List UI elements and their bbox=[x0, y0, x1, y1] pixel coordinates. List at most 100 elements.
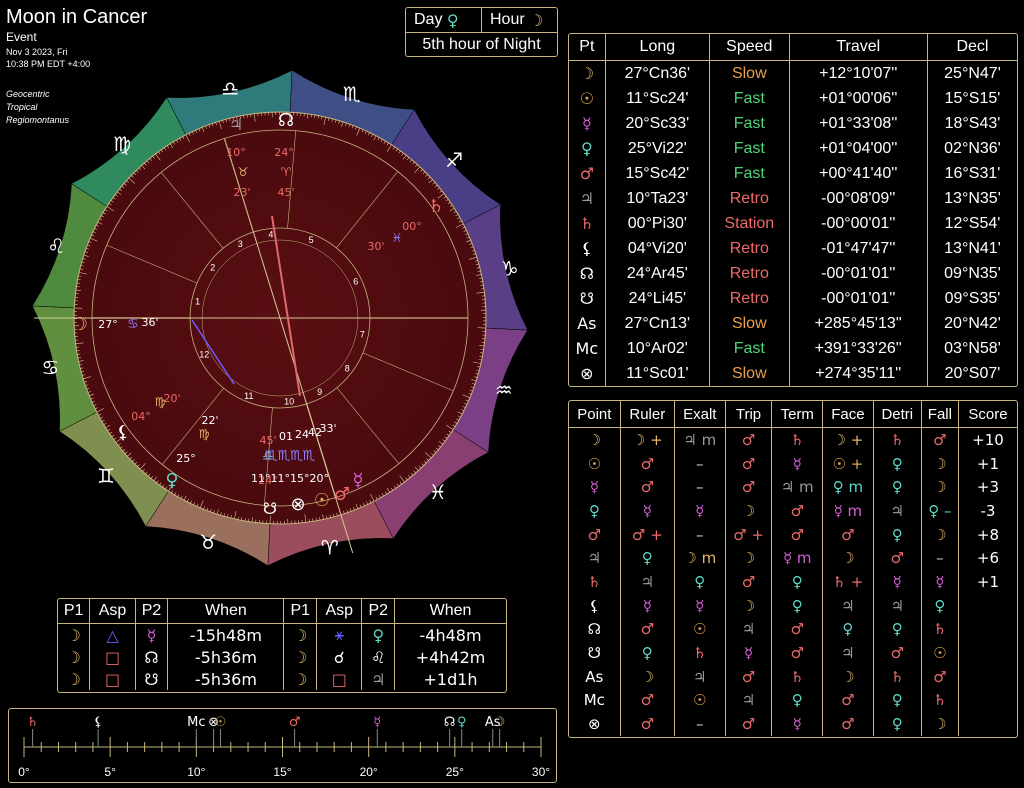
chart-planet-label[interactable]: ☉ bbox=[314, 490, 330, 511]
timeline-planet-icon[interactable]: ☊ bbox=[444, 715, 456, 730]
planet-row[interactable]: ♃ 10°Ta23' Retro -00°08'09'' 13°N35' bbox=[569, 186, 1017, 211]
planet-row[interactable]: ♄ 00°Pi30' Station -00°00'01'' 12°S54' bbox=[569, 211, 1017, 236]
chart-planet-label[interactable]: 24° bbox=[274, 146, 294, 159]
aspect-row[interactable]: ☽ △ ☿ -15h48m ☽ ⚹ ♀ -4h48m bbox=[58, 623, 506, 646]
chart-planet-label[interactable]: ♃ bbox=[229, 115, 243, 134]
planet-row[interactable]: ♀ 25°Vi22' Fast +01°04'00'' 02°N36' bbox=[569, 136, 1017, 161]
aspect-col-when[interactable]: When bbox=[394, 599, 506, 624]
planet-row[interactable]: ♂ 15°Sc42' Fast +00°41'40'' 16°S31' bbox=[569, 161, 1017, 186]
dignity-row[interactable]: ☊ ♂ ☉ ♃ ♂ ♀ ♀ ♄ bbox=[569, 617, 1017, 642]
aspect-col-asp[interactable]: Asp bbox=[316, 599, 363, 624]
chart-planet-label[interactable]: ♉ bbox=[238, 165, 249, 179]
dignity-col-detri[interactable]: Detri bbox=[873, 401, 922, 428]
timeline-planet-icon[interactable]: Mc bbox=[187, 715, 205, 730]
aspect-col-p1[interactable]: P1 bbox=[283, 599, 318, 624]
planet-row[interactable]: ☋ 24°Li45' Retro -00°01'01'' 09°S35' bbox=[569, 286, 1017, 311]
timeline-planet-icon[interactable]: ☉ bbox=[215, 715, 227, 730]
timeline-planet-icon[interactable]: ♂ bbox=[289, 715, 301, 730]
planet-row[interactable]: ☽ 27°Cn36' Slow +12°10'07'' 25°N47' bbox=[569, 60, 1017, 86]
dignity-col-exalt[interactable]: Exalt bbox=[674, 401, 726, 428]
chart-planet-label[interactable]: ☿ bbox=[352, 470, 363, 491]
aspect-col-p1[interactable]: P1 bbox=[58, 599, 91, 624]
timeline-planet-icon[interactable]: ♀ bbox=[457, 715, 467, 730]
planet-glyph-icon: ☿ bbox=[569, 111, 606, 136]
aspect-col-p2[interactable]: P2 bbox=[135, 599, 169, 624]
timeline-planet-icon[interactable]: ☿ bbox=[373, 715, 381, 730]
chart-planet-label[interactable]: 25° bbox=[176, 452, 196, 465]
planet-col-speed[interactable]: Speed bbox=[709, 34, 790, 61]
aspect-cell: ☽ bbox=[283, 623, 318, 646]
planet-row[interactable]: ☊ 24°Ar45' Retro -00°01'01'' 09°N35' bbox=[569, 261, 1017, 286]
dignity-row[interactable]: Mc ♂ ☉ ♃ ♀ ♂ ♀ ♄ bbox=[569, 688, 1017, 713]
planet-row[interactable]: As 27°Cn13' Slow +285°45'13'' 20°N42' bbox=[569, 311, 1017, 336]
chart-planet-label[interactable]: 45' bbox=[277, 186, 294, 199]
chart-planet-label[interactable]: ☽ bbox=[72, 314, 88, 335]
aspect-col-asp[interactable]: Asp bbox=[89, 599, 136, 624]
aspect-row[interactable]: ☽ □ ☋ -5h36m ☽ □ ♃ +1d1h bbox=[58, 668, 506, 690]
chart-planet-label[interactable]: 20' bbox=[163, 392, 180, 405]
chart-planet-label[interactable]: ♄ bbox=[428, 196, 444, 217]
chart-planet-label[interactable]: ♀ bbox=[165, 470, 178, 491]
planet-decl: 20°S07' bbox=[944, 364, 1001, 382]
dignity-row[interactable]: ♃ ♀ ☽ m ☽ ☿ m ☽ ♂ – +6 bbox=[569, 546, 1017, 571]
degree-timeline[interactable]: 0° 5° 10° 15° 20° 25° 30° ♄ ⚸ Mc ⊗ ☉ ♂ ☿ ☊ ♀ As ☽ bbox=[8, 708, 557, 783]
dignity-row[interactable]: ☉ ♂ – ♂ ☿ ☉ + ♀ ☽ +1 bbox=[569, 451, 1017, 476]
chart-planet-label[interactable]: ⊗ bbox=[290, 494, 305, 515]
dignity-col-face[interactable]: Face bbox=[822, 401, 874, 428]
chart-planet-label[interactable]: ♂ bbox=[334, 484, 350, 505]
chart-planet-label[interactable]: 30' bbox=[367, 240, 384, 253]
planet-row[interactable]: ☉ 11°Sc24' Fast +01°00'06'' 15°S15' bbox=[569, 86, 1017, 111]
planet-col-pt[interactable]: Pt bbox=[569, 34, 606, 61]
chart-planet-label[interactable]: 00° bbox=[402, 220, 422, 233]
chart-planet-label[interactable]: 22' bbox=[201, 414, 218, 427]
chart-planet-label[interactable]: 24 bbox=[295, 428, 309, 441]
chart-planet-label[interactable]: ♓ bbox=[392, 231, 403, 245]
dignity-row[interactable]: As ☽ ♃ ♂ ♄ ☽ ♄ ♂ bbox=[569, 664, 1017, 689]
chart-planet-label[interactable]: ♈ bbox=[281, 165, 292, 179]
dignity-row[interactable]: ⚸ ☿ ☿ ☽ ♀ ♃ ♃ ♀ bbox=[569, 593, 1017, 618]
chart-planet-label[interactable]: 10° bbox=[226, 146, 246, 159]
dignity-row[interactable]: ♀ ☿ ☿ ☽ ♂ ☿ m ♃ ♀ – -3 bbox=[569, 499, 1017, 523]
dignity-row[interactable]: ⊗ ♂ – ♂ ☿ ♂ ♀ ☽ bbox=[569, 712, 1017, 736]
planet-col-long[interactable]: Long bbox=[605, 34, 710, 61]
aspect-col-when[interactable]: When bbox=[167, 599, 285, 624]
planet-col-decl[interactable]: Decl bbox=[927, 34, 1017, 61]
chart-planet-label[interactable]: 04° bbox=[131, 410, 151, 423]
timeline-planet-icon[interactable]: ☽ bbox=[494, 715, 506, 730]
aspect-row[interactable]: ☽ □ ☊ -5h36m ☽ ☌ ♌ +4h42m bbox=[58, 646, 506, 668]
timeline-planet-icon[interactable]: ♄ bbox=[27, 715, 39, 730]
chart-planet-label[interactable]: ♏♏♏♏ bbox=[265, 448, 316, 464]
planet-row[interactable]: ⚸ 04°Vi20' Retro -01°47'47'' 13°N41' bbox=[569, 236, 1017, 261]
planet-row[interactable]: ☿ 20°Sc33' Fast +01°33'08'' 18°S43' bbox=[569, 111, 1017, 136]
aspect-col-p2[interactable]: P2 bbox=[361, 599, 396, 624]
chart-planet-label[interactable]: 45' bbox=[259, 434, 276, 447]
dignity-col-score[interactable]: Score bbox=[958, 401, 1017, 428]
chart-planet-label[interactable]: 33' bbox=[319, 422, 336, 435]
dignity-row[interactable]: ♄ ♃ ♀ ♂ ♀ ♄ + ☿ ☿ +1 bbox=[569, 570, 1017, 594]
chart-planet-label[interactable]: ⚸ bbox=[116, 422, 129, 443]
dignity-col-ruler[interactable]: Ruler bbox=[620, 401, 675, 428]
chart-planet-label[interactable]: ☋ bbox=[263, 499, 277, 518]
timeline-planet-icon[interactable]: ⚸ bbox=[93, 715, 103, 730]
planet-row[interactable]: Mc 10°Ar02' Fast +391°33'26'' 03°N58' bbox=[569, 336, 1017, 361]
chart-planet-label[interactable]: 36' bbox=[141, 316, 158, 329]
chart-planet-label[interactable]: ♍ bbox=[199, 427, 210, 441]
chart-wheel[interactable]: ♈♉♊♋♌♍♎ ♏♐♑♒♓123456789101112♃ ☊10° 24°♉ ♈23'… bbox=[10, 52, 550, 584]
dignity-row[interactable]: ☿ ♂ – ♂ ♃ m ♀ m ♀ ☽ +3 bbox=[569, 475, 1017, 500]
chart-planet-label[interactable]: 27° bbox=[98, 318, 118, 331]
dignity-col-point[interactable]: Point bbox=[569, 401, 621, 428]
planet-col-travel[interactable]: Travel bbox=[789, 34, 928, 61]
dignity-col-term[interactable]: Term bbox=[771, 401, 824, 428]
dignity-row[interactable]: ☋ ♀ ♄ ☿ ♂ ♃ ♂ ☉ bbox=[569, 641, 1017, 665]
dignity-row[interactable]: ☽ ☽ + ♃ m ♂ ♄ ☽ + ♄ ♂ +10 bbox=[569, 427, 1017, 452]
dignity-col-trip[interactable]: Trip bbox=[725, 401, 773, 428]
chart-planet-label[interactable]: 01 bbox=[279, 430, 293, 443]
chart-planet-label[interactable]: 23' bbox=[233, 186, 250, 199]
chart-planet-label[interactable]: ☊ bbox=[278, 110, 294, 131]
dignity-row[interactable]: ♂ ♂ + – ♂ + ♂ ♂ ♀ ☽ +8 bbox=[569, 522, 1017, 547]
dignity-col-fall[interactable]: Fall bbox=[921, 401, 959, 428]
chart-planet-label[interactable]: 11°11°15°20° bbox=[251, 472, 329, 485]
dignity-cell: +1 bbox=[976, 454, 1000, 473]
chart-planet-label[interactable]: ♋ bbox=[127, 317, 139, 332]
planet-row[interactable]: ⊗ 11°Sc01' Slow +274°35'11'' 20°S07' bbox=[569, 361, 1017, 386]
